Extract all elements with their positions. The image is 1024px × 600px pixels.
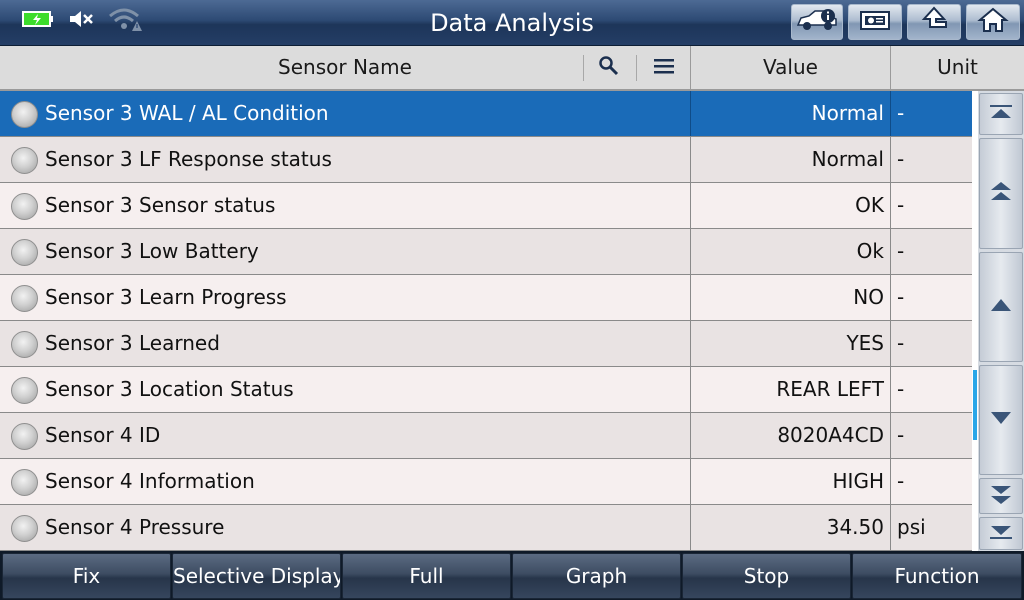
full-button[interactable]: Full xyxy=(342,553,511,599)
table-row[interactable]: Sensor 3 Learned YES - xyxy=(0,321,972,367)
return-arrow-icon xyxy=(917,6,951,38)
selective-display-button[interactable]: Selective Display xyxy=(172,553,341,599)
radio-select-icon[interactable] xyxy=(11,469,38,496)
radio-select-icon[interactable] xyxy=(11,285,38,312)
sensor-name: Sensor 3 Low Battery xyxy=(45,239,259,263)
sensor-value: YES xyxy=(690,321,890,366)
column-header-value: Value xyxy=(690,46,890,89)
scroll-up-button[interactable] xyxy=(979,252,1023,362)
radio-select-icon[interactable] xyxy=(11,147,38,174)
scroll-down-button[interactable] xyxy=(979,365,1023,475)
header-divider xyxy=(636,55,637,81)
vehicle-info-button[interactable] xyxy=(791,4,843,40)
menu-button[interactable] xyxy=(650,54,678,82)
sensor-value: NO xyxy=(690,275,890,320)
table-row[interactable]: Sensor 3 LF Response status Normal - xyxy=(0,137,972,183)
sensor-value: 34.50 xyxy=(690,505,890,550)
page-down-button[interactable] xyxy=(979,478,1023,514)
header-divider xyxy=(583,55,584,81)
sensor-name: Sensor 3 LF Response status xyxy=(45,147,332,171)
sensor-unit: - xyxy=(890,183,972,228)
home-button[interactable] xyxy=(966,4,1020,40)
scroll-top-icon xyxy=(988,102,1014,126)
printer-icon xyxy=(858,7,892,37)
scroll-up-icon xyxy=(989,297,1013,317)
sensor-name: Sensor 3 Location Status xyxy=(45,377,294,401)
sensor-name: Sensor 3 Learned xyxy=(45,331,220,355)
function-bar: Fix Selective Display Full Graph Stop Fu… xyxy=(0,551,1024,600)
search-button[interactable] xyxy=(595,54,623,82)
sensor-list[interactable]: Sensor 3 WAL / AL Condition Normal - Sensor… xyxy=(0,91,972,551)
sensor-value: 8020A4CD xyxy=(690,413,890,458)
sensor-unit: - xyxy=(890,137,972,182)
list-menu-icon xyxy=(652,56,676,80)
scroll-buttons xyxy=(978,91,1024,551)
nav-buttons xyxy=(786,4,1020,40)
sensor-unit: - xyxy=(890,229,972,274)
table-header: Sensor Name Value Unit xyxy=(0,46,1024,91)
sensor-unit: - xyxy=(890,367,972,412)
back-button[interactable] xyxy=(907,4,961,40)
stop-button[interactable]: Stop xyxy=(682,553,851,599)
title-bar: Data Analysis xyxy=(0,0,1024,46)
table-row[interactable]: Sensor 4 Pressure 34.50 psi xyxy=(0,505,972,551)
sensor-name: Sensor 3 Sensor status xyxy=(45,193,276,217)
radio-select-icon[interactable] xyxy=(11,193,38,220)
radio-select-icon[interactable] xyxy=(11,239,38,266)
car-info-icon xyxy=(795,7,839,37)
sensor-name: Sensor 4 Pressure xyxy=(45,515,225,539)
scroll-bottom-button[interactable] xyxy=(979,517,1023,550)
table-row[interactable]: Sensor 4 Information HIGH - xyxy=(0,459,972,505)
scrollbar-thumb[interactable] xyxy=(973,370,977,440)
sensor-value: Normal xyxy=(690,91,890,136)
table-row[interactable]: Sensor 3 WAL / AL Condition Normal - xyxy=(0,91,972,137)
scroll-down-icon xyxy=(989,410,1013,430)
function-button[interactable]: Function xyxy=(852,553,1022,599)
page-up-icon xyxy=(989,180,1013,208)
sensor-unit: - xyxy=(890,413,972,458)
radio-select-icon[interactable] xyxy=(11,423,38,450)
scroll-top-button[interactable] xyxy=(979,93,1023,135)
sensor-unit: psi xyxy=(890,505,972,550)
print-button[interactable] xyxy=(848,4,902,40)
sensor-value: Normal xyxy=(690,137,890,182)
table-row[interactable]: Sensor 3 Low Battery Ok - xyxy=(0,229,972,275)
scroll-bottom-icon xyxy=(988,522,1014,546)
page-up-button[interactable] xyxy=(979,138,1023,249)
fix-button[interactable]: Fix xyxy=(2,553,171,599)
radio-select-icon[interactable] xyxy=(11,515,38,542)
column-header-sensor-name[interactable]: Sensor Name xyxy=(0,46,690,89)
radio-select-icon[interactable] xyxy=(11,331,38,358)
sensor-value: HIGH xyxy=(690,459,890,504)
sensor-name: Sensor 3 WAL / AL Condition xyxy=(45,101,329,125)
table-row[interactable]: Sensor 4 ID 8020A4CD - xyxy=(0,413,972,459)
graph-button[interactable]: Graph xyxy=(512,553,681,599)
sensor-name: Sensor 4 Information xyxy=(45,469,255,493)
table-row[interactable]: Sensor 3 Learn Progress NO - xyxy=(0,275,972,321)
table-row[interactable]: Sensor 3 Location Status REAR LEFT - xyxy=(0,367,972,413)
sensor-unit: - xyxy=(890,459,972,504)
sensor-name: Sensor 4 ID xyxy=(45,423,161,447)
sensor-value: OK xyxy=(690,183,890,228)
sensor-value: REAR LEFT xyxy=(690,367,890,412)
page-down-icon xyxy=(989,482,1013,510)
sensor-unit: - xyxy=(890,321,972,366)
radio-select-icon[interactable] xyxy=(11,101,38,128)
sensor-value: Ok xyxy=(690,229,890,274)
sensor-unit: - xyxy=(890,91,972,136)
radio-select-icon[interactable] xyxy=(11,377,38,404)
sensor-name: Sensor 3 Learn Progress xyxy=(45,285,287,309)
home-icon xyxy=(977,6,1009,38)
sensor-unit: - xyxy=(890,275,972,320)
search-icon xyxy=(598,55,620,81)
column-header-unit: Unit xyxy=(890,46,1024,89)
table-row[interactable]: Sensor 3 Sensor status OK - xyxy=(0,183,972,229)
